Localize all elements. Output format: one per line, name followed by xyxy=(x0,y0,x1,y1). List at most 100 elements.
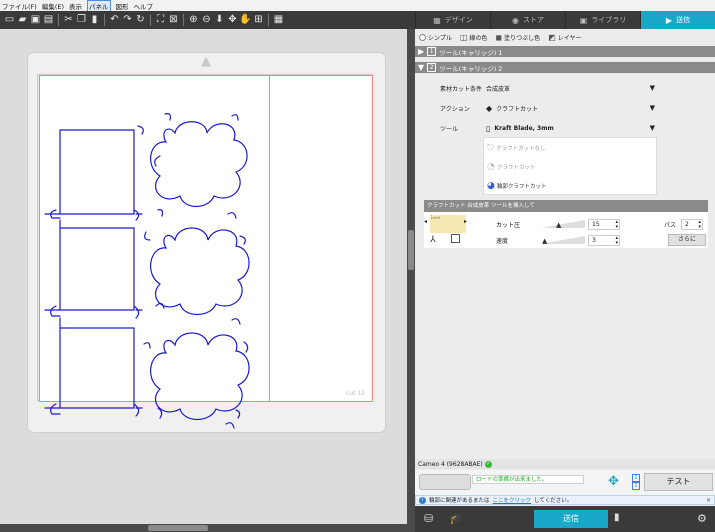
fill-color-icon: ◼ xyxy=(495,32,503,42)
force-slider[interactable] xyxy=(541,220,585,228)
slider-knob-icon[interactable]: ▲ xyxy=(542,238,548,245)
cut-settings-header: クラフトカット 合成皮革 ツールを挿入して xyxy=(424,200,708,212)
library-sync-icon[interactable]: ⛁ xyxy=(424,512,433,525)
right-arrow-icon: ▸ xyxy=(464,218,468,225)
dropdown-arrow-icon: ▼ xyxy=(649,84,655,92)
tab-design[interactable]: ▦ デザイン xyxy=(415,11,490,29)
test-button[interactable]: テスト xyxy=(644,473,713,491)
line-color-icon: ◫ xyxy=(459,32,468,42)
radio-icon[interactable] xyxy=(419,33,426,41)
mode-layer[interactable]: ◩ レイヤー xyxy=(548,33,581,42)
battery-icon: ▮ xyxy=(614,512,620,523)
send-button[interactable]: 送信 xyxy=(534,510,608,528)
main-tabs: ▦ デザイン ◉ ストア ▣ ライブラリ ▶ 送信 xyxy=(415,11,715,29)
tool-select[interactable]: ▯ Kraft Blade, 3mm ▼ xyxy=(483,121,657,135)
graduation-cap-icon[interactable]: 🎓 xyxy=(449,512,463,525)
craft-cut-icon: ◔ xyxy=(487,161,495,172)
flower-top xyxy=(150,121,248,208)
blade-depth-icon: 1▸▸▸ xyxy=(430,215,466,233)
page-selector[interactable]: 12 xyxy=(632,474,640,491)
library-icon: ▣ xyxy=(579,15,588,25)
curl-7 xyxy=(144,231,151,241)
horizontal-scroll-thumb[interactable] xyxy=(148,525,208,531)
force-spinner[interactable]: 15 ▴ ▾ xyxy=(588,219,620,230)
material-label: 素材カット条件 xyxy=(440,86,483,93)
flower-mid xyxy=(150,227,250,316)
tab-library[interactable]: ▣ ライブラリ xyxy=(565,11,640,29)
vertical-scroll-thumb[interactable] xyxy=(408,230,414,270)
send-icon: ▶ xyxy=(665,15,673,25)
pass-spinner[interactable]: 2 ▴ ▾ xyxy=(681,219,703,230)
kraft-blade-icon: ▯ xyxy=(486,123,491,133)
vertical-scrollbar[interactable] xyxy=(407,29,415,524)
info-link[interactable]: ここをクリック xyxy=(493,496,532,504)
option-craft-cut[interactable]: ◔ クラフトカット xyxy=(484,157,656,176)
box-panel-top xyxy=(59,129,135,215)
contour-cut-icon: ◕ xyxy=(487,180,495,191)
cut-design[interactable] xyxy=(0,0,407,524)
speed-spinner[interactable]: 3 ▴ ▾ xyxy=(588,235,620,246)
curl-3 xyxy=(137,125,144,135)
spinner-arrows-icon[interactable]: ▴ ▾ xyxy=(615,236,618,246)
material-select[interactable]: 合成皮革 ▼ xyxy=(483,81,657,95)
send-panel: シンプル ◫ 線の色 ◼ 塗りつぶし色 ◩ レイヤー ▶ 1 ツール(キャリッジ) 1 ▼… xyxy=(415,29,715,532)
curl-1 xyxy=(164,113,172,121)
device-status: Cameo 4 (9628ABAE) ✓ xyxy=(415,459,715,469)
craft-cut-options: ⎋ クラフトカットなし ◔ クラフトカット ◕ 輪郭クラフトカット xyxy=(483,137,657,195)
option-contour-craft-cut[interactable]: ◕ 輪郭クラフトカット xyxy=(484,176,656,195)
more-settings-button[interactable]: さらに xyxy=(668,234,706,246)
gear-icon[interactable]: ⚙ xyxy=(697,512,707,525)
load-status-message: ロードの準備が出来ました。 xyxy=(472,475,584,484)
tool-row: ツール ▯ Kraft Blade, 3mm ▼ xyxy=(415,120,715,136)
device-row: ロードの準備が出来ました。 ✥ 12 テスト xyxy=(415,470,715,495)
pass-label: パス xyxy=(664,222,677,229)
mode-simple[interactable]: シンプル xyxy=(419,33,452,42)
box-panel-mid xyxy=(59,219,135,311)
option-no-craft-cut[interactable]: ⎋ クラフトカットなし xyxy=(484,138,656,157)
dropdown-arrow-icon: ▼ xyxy=(649,124,655,132)
action-select[interactable]: ◆ クラフトカット ▼ xyxy=(483,101,657,115)
spinner-arrows-icon[interactable]: ▴ ▾ xyxy=(698,220,701,230)
mode-fill-color[interactable]: ◼ 塗りつぶし色 xyxy=(495,33,540,42)
carriage-number: 2 xyxy=(427,63,437,72)
box-tab-left xyxy=(50,209,61,415)
curl-11 xyxy=(243,341,249,353)
tool-carriage-1-header[interactable]: ▶ 1 ツール(キャリッジ) 1 xyxy=(415,46,715,57)
check-icon: ✓ xyxy=(484,460,492,468)
dropdown-arrow-icon: ▼ xyxy=(649,104,655,112)
send-mode-selector: シンプル ◫ 線の色 ◼ 塗りつぶし色 ◩ レイヤー xyxy=(419,31,582,43)
tab-store[interactable]: ◉ ストア xyxy=(490,11,565,29)
store-icon: ◉ xyxy=(512,15,519,25)
mode-line-color[interactable]: ◫ 線の色 xyxy=(460,33,488,42)
curl-14 xyxy=(225,422,235,429)
close-icon[interactable]: ✕ xyxy=(706,497,711,504)
material-row: 素材カット条件 合成皮革 ▼ xyxy=(415,80,715,96)
force-label: カット圧 xyxy=(496,222,521,229)
speed-label: 速度 xyxy=(496,238,509,245)
curl-15 xyxy=(154,155,161,167)
blade-icon: ◆ xyxy=(486,103,493,113)
curl-5 xyxy=(227,212,237,219)
curl-9 xyxy=(231,318,241,325)
collapse-arrow-icon: ▼ xyxy=(418,63,425,72)
curl-6 xyxy=(239,235,246,245)
left-arrow-icon: ◂ xyxy=(424,218,428,225)
tab-send[interactable]: ▶ 送信 xyxy=(640,11,715,29)
spinner-arrows-icon[interactable]: ▴ ▾ xyxy=(615,220,618,230)
curl-4 xyxy=(157,209,164,217)
pointer-tool-icon[interactable]: ⅄ xyxy=(430,235,436,245)
curl-2 xyxy=(231,114,239,121)
grid-icon: ▦ xyxy=(433,15,441,25)
curl-10 xyxy=(143,342,151,349)
curl-13 xyxy=(235,409,241,419)
move-arrows-icon[interactable]: ✥ xyxy=(608,474,619,490)
slider-knob-icon[interactable]: ▲ xyxy=(556,222,562,229)
action-row: アクション ◆ クラフトカット ▼ xyxy=(415,100,715,116)
action-label: アクション xyxy=(440,106,470,113)
box-tab-right xyxy=(133,209,140,417)
bottom-bar: ⛁ 🎓 送信 ▮ ⚙ xyxy=(415,506,715,532)
tool-carriage-2-header[interactable]: ▼ 2 ツール(キャリッジ) 2 xyxy=(415,62,715,73)
carriage-number: 1 xyxy=(427,47,437,56)
cut-settings: 1▸▸▸ ◂ ▸ ⅄ カット圧 ▲ 15 ▴ ▾ パス 2 ▴ ▾ 速度 ▲ 3 ▴ ▾ xyxy=(424,212,708,248)
rectangle-tool-icon[interactable] xyxy=(451,234,460,243)
